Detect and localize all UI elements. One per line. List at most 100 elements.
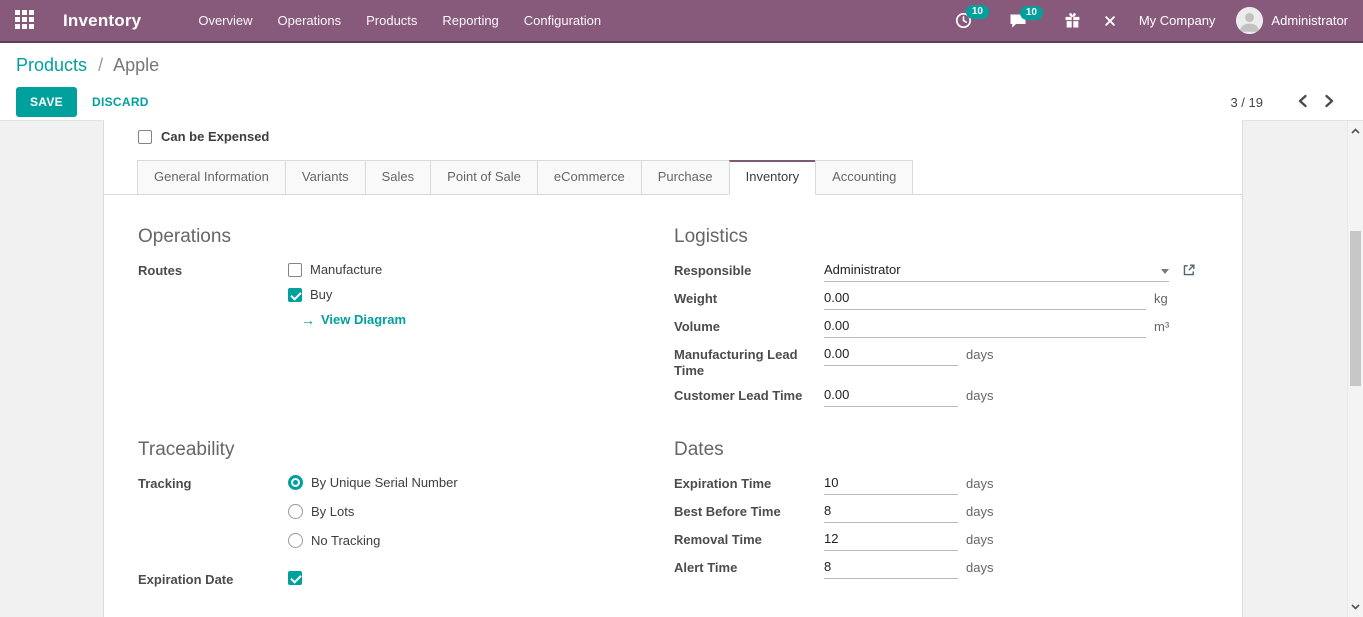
tracking-row: Tracking By Unique Serial Number By Lots xyxy=(138,475,643,562)
tab-general-information[interactable]: General Information xyxy=(137,160,286,194)
content-area: Can be Expensed General Information Vari… xyxy=(0,120,1363,617)
can-be-expensed-row: Can be Expensed xyxy=(138,129,269,144)
breadcrumb-separator: / xyxy=(98,55,103,75)
logistics-heading: Logistics xyxy=(674,226,1219,248)
customer-lead-time-field[interactable]: 0.00 xyxy=(824,387,958,407)
top-navbar: Inventory Overview Operations Products R… xyxy=(0,0,1363,43)
tab-variants[interactable]: Variants xyxy=(285,160,366,194)
dropdown-caret-icon[interactable] xyxy=(1161,269,1169,274)
gift-icon[interactable] xyxy=(1064,12,1081,29)
tools-icon[interactable] xyxy=(1102,13,1118,29)
tab-sales[interactable]: Sales xyxy=(365,160,432,194)
traceability-heading: Traceability xyxy=(138,439,643,461)
dates-heading: Dates xyxy=(674,439,1219,461)
expiration-date-label: Expiration Date xyxy=(138,571,288,588)
manufacture-label: Manufacture xyxy=(310,262,382,277)
customer-lead-time-row: Customer Lead Time 0.00 days xyxy=(674,387,1219,407)
customer-lead-time-unit: days xyxy=(966,387,993,404)
expiration-time-field[interactable]: 10 xyxy=(824,475,958,495)
routes-widget: Manufacture Buy → View Diagram xyxy=(288,262,406,327)
activity-badge: 10 xyxy=(966,5,989,19)
weight-field[interactable]: 0.00 xyxy=(824,290,1146,310)
tracking-serial-label: By Unique Serial Number xyxy=(311,475,458,490)
alert-time-label: Alert Time xyxy=(674,559,824,576)
odoo-inventory-page: Inventory Overview Operations Products R… xyxy=(0,0,1363,617)
manufacture-checkbox[interactable] xyxy=(288,263,302,277)
user-name: Administrator xyxy=(1271,13,1348,28)
volume-label: Volume xyxy=(674,318,824,335)
view-diagram-link[interactable]: → View Diagram xyxy=(301,312,406,327)
expiration-time-unit: days xyxy=(966,475,993,492)
responsible-field[interactable]: Administrator xyxy=(824,262,1169,282)
section-operations: Operations Routes Manufacture Buy xyxy=(138,226,643,335)
messages-badge: 10 xyxy=(1020,6,1043,20)
pager-next-button[interactable] xyxy=(1320,92,1339,113)
activity-clock-icon[interactable]: 10 xyxy=(955,12,972,29)
tab-accounting[interactable]: Accounting xyxy=(815,160,913,194)
breadcrumb-products-link[interactable]: Products xyxy=(16,55,87,75)
best-before-time-unit: days xyxy=(966,503,993,520)
weight-value: 0.00 xyxy=(824,290,849,305)
nav-item-overview[interactable]: Overview xyxy=(198,7,252,34)
tracking-serial-row: By Unique Serial Number xyxy=(288,475,458,490)
tracking-serial-radio[interactable] xyxy=(288,475,303,490)
save-button[interactable]: SAVE xyxy=(16,87,77,117)
tab-purchase[interactable]: Purchase xyxy=(641,160,730,194)
apps-menu-icon[interactable] xyxy=(15,10,34,29)
removal-time-label: Removal Time xyxy=(674,531,824,548)
section-traceability: Traceability Tracking By Unique Serial N… xyxy=(138,439,643,596)
control-panel-buttons: SAVE DISCARD 3 / 19 xyxy=(16,87,1347,117)
best-before-time-label: Best Before Time xyxy=(674,503,824,520)
route-manufacture-row: Manufacture xyxy=(288,262,406,277)
removal-time-row: Removal Time 12 days xyxy=(674,531,1219,551)
best-before-time-row: Best Before Time 8 days xyxy=(674,503,1219,523)
expiration-time-row: Expiration Time 10 days xyxy=(674,475,1219,495)
manufacturing-lead-time-unit: days xyxy=(966,346,993,363)
can-be-expensed-label: Can be Expensed xyxy=(161,129,269,144)
scroll-up-arrow[interactable] xyxy=(1348,123,1363,139)
tab-ecommerce[interactable]: eCommerce xyxy=(537,160,642,194)
responsible-value: Administrator xyxy=(824,262,901,278)
weight-label: Weight xyxy=(674,290,824,307)
nav-item-reporting[interactable]: Reporting xyxy=(442,7,498,34)
nav-item-operations[interactable]: Operations xyxy=(278,7,342,34)
messages-icon[interactable]: 10 xyxy=(1009,13,1027,29)
breadcrumb-current: Apple xyxy=(113,55,159,75)
can-be-expensed-checkbox[interactable] xyxy=(138,130,152,144)
pager-counter: 3 / 19 xyxy=(1230,95,1263,110)
scroll-down-arrow[interactable] xyxy=(1348,599,1363,615)
company-switcher[interactable]: My Company xyxy=(1139,13,1216,28)
nav-item-configuration[interactable]: Configuration xyxy=(524,7,601,34)
main-menu: Overview Operations Products Reporting C… xyxy=(198,7,601,34)
tracking-lots-radio[interactable] xyxy=(288,504,303,519)
volume-value: 0.00 xyxy=(824,318,849,333)
expiration-date-checkbox[interactable] xyxy=(288,571,302,585)
removal-time-value: 12 xyxy=(824,531,838,546)
responsible-label: Responsible xyxy=(674,262,824,279)
pager-previous-button[interactable] xyxy=(1293,92,1312,113)
external-link-icon[interactable] xyxy=(1182,263,1196,277)
user-menu[interactable]: Administrator xyxy=(1236,7,1348,34)
nav-item-products[interactable]: Products xyxy=(366,7,417,34)
product-form-sheet: Can be Expensed General Information Vari… xyxy=(103,120,1243,617)
buy-checkbox[interactable] xyxy=(288,288,302,302)
removal-time-field[interactable]: 12 xyxy=(824,531,958,551)
manufacturing-lead-time-row: Manufacturing Lead Time 0.00 days xyxy=(674,346,1219,379)
removal-time-unit: days xyxy=(966,531,993,548)
volume-field[interactable]: 0.00 xyxy=(824,318,1146,338)
customer-lead-time-label: Customer Lead Time xyxy=(674,387,824,404)
route-buy-row: Buy xyxy=(288,287,406,302)
tab-inventory[interactable]: Inventory xyxy=(729,160,816,195)
vertical-scrollbar[interactable] xyxy=(1347,121,1363,617)
alert-time-field[interactable]: 8 xyxy=(824,559,958,579)
section-logistics: Logistics Responsible Administrator Weig… xyxy=(674,226,1219,415)
tracking-label: Tracking xyxy=(138,475,288,492)
discard-button[interactable]: DISCARD xyxy=(92,95,149,109)
tracking-none-radio[interactable] xyxy=(288,533,303,548)
alert-time-row: Alert Time 8 days xyxy=(674,559,1219,579)
tab-point-of-sale[interactable]: Point of Sale xyxy=(430,160,538,194)
manufacturing-lead-time-field[interactable]: 0.00 xyxy=(824,346,958,366)
best-before-time-field[interactable]: 8 xyxy=(824,503,958,523)
app-name[interactable]: Inventory xyxy=(63,11,141,31)
scrollbar-thumb[interactable] xyxy=(1350,231,1361,386)
